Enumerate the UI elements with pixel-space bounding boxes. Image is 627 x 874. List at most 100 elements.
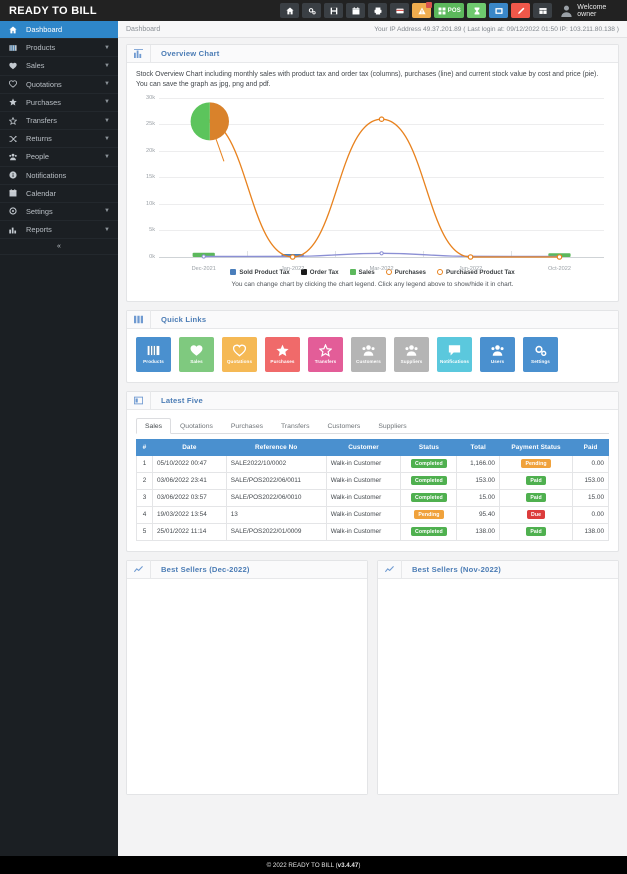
settings-gears-icon[interactable] (302, 3, 322, 18)
chevron-down-icon: ▼ (104, 208, 110, 215)
home-icon[interactable] (280, 3, 300, 18)
chevron-down-icon: ▼ (104, 226, 110, 233)
chart-point-purchased-product-tax (378, 116, 385, 122)
payment-status-badge: Paid (526, 526, 546, 537)
chevron-down-icon: ▼ (104, 44, 110, 51)
save-icon[interactable] (324, 3, 344, 18)
quick-link-label: Transfers (314, 359, 337, 365)
cell-status: Pending (400, 505, 458, 524)
table-row[interactable]: 3 03/06/2022 03:57 SALE/POS2022/06/0010 Wal… (136, 488, 609, 507)
cell-number: 3 (136, 488, 153, 507)
legend-label: Order Tax (309, 268, 339, 276)
tab-quotations[interactable]: Quotations (171, 418, 222, 434)
avatar-icon (561, 5, 572, 17)
main-content-area: Dashboard Your IP Address 49.37.201.89 (… (118, 21, 627, 856)
cell-payment-status: Paid (498, 522, 574, 541)
payment-status-badge: Paid (526, 476, 546, 486)
window-icon[interactable] (489, 3, 509, 18)
cell-total: 138.00 (456, 522, 500, 541)
cell-paid: 0.00 (572, 454, 609, 473)
quick-link-label: Purchases (270, 359, 295, 365)
pencil-icon[interactable] (511, 3, 531, 18)
overview-chart-canvas[interactable]: 0k 5k 10k 15k 20k 25k 30k Dec-2021 Jan-2022 Mar-… (127, 95, 618, 301)
quick-link-notifications[interactable]: Notifications (437, 336, 472, 372)
quick-link-label: Notifications (439, 359, 470, 365)
welcome-label: Welcome owner (577, 3, 607, 18)
sidebar-item-reports[interactable]: Reports ▼ (0, 221, 118, 240)
tab-suppliers[interactable]: Suppliers (369, 418, 415, 434)
quick-link-settings[interactable]: Settings (523, 336, 558, 372)
sidebar-item-products[interactable]: Products ▼ (0, 39, 118, 58)
sidebar-item-calendar[interactable]: Calendar (0, 185, 118, 203)
sidebar-item-label: Quotations (26, 79, 62, 89)
cell-date: 05/10/2022 00:47 (152, 454, 227, 473)
column-header-status: Status (400, 438, 458, 456)
sidebar-item-transfers[interactable]: Transfers ▼ (0, 112, 118, 131)
payment-status-badge: Paid (526, 493, 546, 503)
alert-warning-icon[interactable] (412, 2, 433, 18)
quick-link-products[interactable]: Products (136, 336, 171, 372)
sidebar-item-people[interactable]: People ▼ (0, 148, 118, 167)
sidebar-collapse-button[interactable]: « (57, 243, 61, 250)
tab-customers[interactable]: Customers (318, 418, 369, 434)
printer-icon[interactable] (368, 3, 388, 18)
sidebar-item-purchases[interactable]: Purchases ▼ (0, 94, 118, 112)
quick-link-transfers[interactable]: Transfers (308, 336, 343, 372)
sidebar-item-returns[interactable]: Returns ▼ (0, 130, 118, 149)
cell-total: 15.00 (456, 488, 500, 507)
quick-link-purchases[interactable]: Purchases (265, 336, 300, 372)
column-header-: # (136, 438, 153, 456)
table-row[interactable]: 4 19/03/2022 13:54 13 Walk-in Customer Pendi… (136, 505, 609, 524)
sidebar-item-notifications[interactable]: Notifications (0, 167, 118, 185)
tab-transfers[interactable]: Transfers (272, 418, 318, 434)
table-icon[interactable] (533, 3, 553, 18)
table-row[interactable]: 5 25/01/2022 11:14 SALE/POS2022/01/0009 Wal… (136, 522, 609, 541)
hourglass-icon[interactable] (467, 3, 487, 18)
quick-link-suppliers[interactable]: Suppliers (394, 336, 429, 372)
user-menu[interactable]: Welcome owner (560, 4, 627, 18)
sidebar-item-settings[interactable]: Settings ▼ (0, 203, 118, 222)
chart-plot-region: 0k 5k 10k 15k 20k 25k 30k Dec-2021 Jan-2022 Mar-… (135, 95, 610, 272)
sidebar-item-sales[interactable]: Sales ▼ (0, 57, 118, 76)
info-icon (0, 171, 26, 179)
status-badge: Pending (414, 510, 444, 520)
legend-item-order-tax[interactable]: Order Tax (300, 268, 339, 276)
latest-five-tabs: Sales Quotations Purchases Transfers Custome… (136, 417, 609, 434)
chevron-down-icon: ▼ (104, 117, 110, 124)
status-badge: Completed (411, 476, 447, 486)
cell-date: 25/01/2022 11:14 (152, 522, 227, 541)
pos-button[interactable]: POS (434, 3, 465, 18)
quick-link-sales[interactable]: Sales (179, 336, 214, 372)
quick-link-quotations[interactable]: Quotations (222, 336, 257, 372)
top-icon-toolbar: POS (280, 2, 553, 18)
table-row[interactable]: 2 03/06/2022 23:41 SALE/POS2022/06/0011 Wal… (136, 471, 609, 490)
calendar-icon (0, 189, 26, 197)
cell-date: 03/06/2022 23:41 (152, 471, 227, 490)
status-badge: Completed (411, 459, 447, 469)
quick-link-customers[interactable]: Customers (351, 336, 386, 372)
star-outline-icon (0, 116, 26, 125)
table-row[interactable]: 1 05/10/2022 00:47 SALE2022/10/0002 Walk-in… (136, 454, 609, 473)
quick-link-users[interactable]: Users (480, 336, 515, 372)
heart-outline-icon (0, 80, 26, 88)
pie-slice-by-price (190, 102, 210, 141)
tab-purchases[interactable]: Purchases (222, 418, 272, 434)
latest-five-panel: Latest Five Sales Quotations Purchases Tran… (126, 390, 619, 552)
x-axis-tick-label: Dec-2021 (191, 265, 216, 272)
tab-sales[interactable]: Sales (136, 417, 172, 434)
cell-reference: 13 (225, 505, 327, 524)
column-header-paymentstatus: Payment Status (498, 438, 574, 456)
sidebar-item-quotations[interactable]: Quotations ▼ (0, 76, 118, 94)
calendar-icon[interactable] (346, 3, 366, 18)
line-chart-icon (127, 560, 151, 579)
sidebar-item-dashboard[interactable]: Dashboard (0, 21, 118, 40)
home-icon (0, 26, 26, 34)
x-axis-tick-label: Jan-2022 (280, 265, 305, 272)
chart-series-svg (190, 102, 571, 260)
quick-link-label: Quotations (226, 359, 253, 365)
column-header-paid: Paid (572, 438, 609, 456)
latest-five-table: # Date Reference No Customer Status Total Paym… (136, 438, 609, 541)
chevron-down-icon: ▼ (104, 135, 110, 142)
overview-chart-panel: Overview Chart Stock Overview Chart incl… (126, 44, 619, 302)
card-icon[interactable] (390, 3, 410, 18)
